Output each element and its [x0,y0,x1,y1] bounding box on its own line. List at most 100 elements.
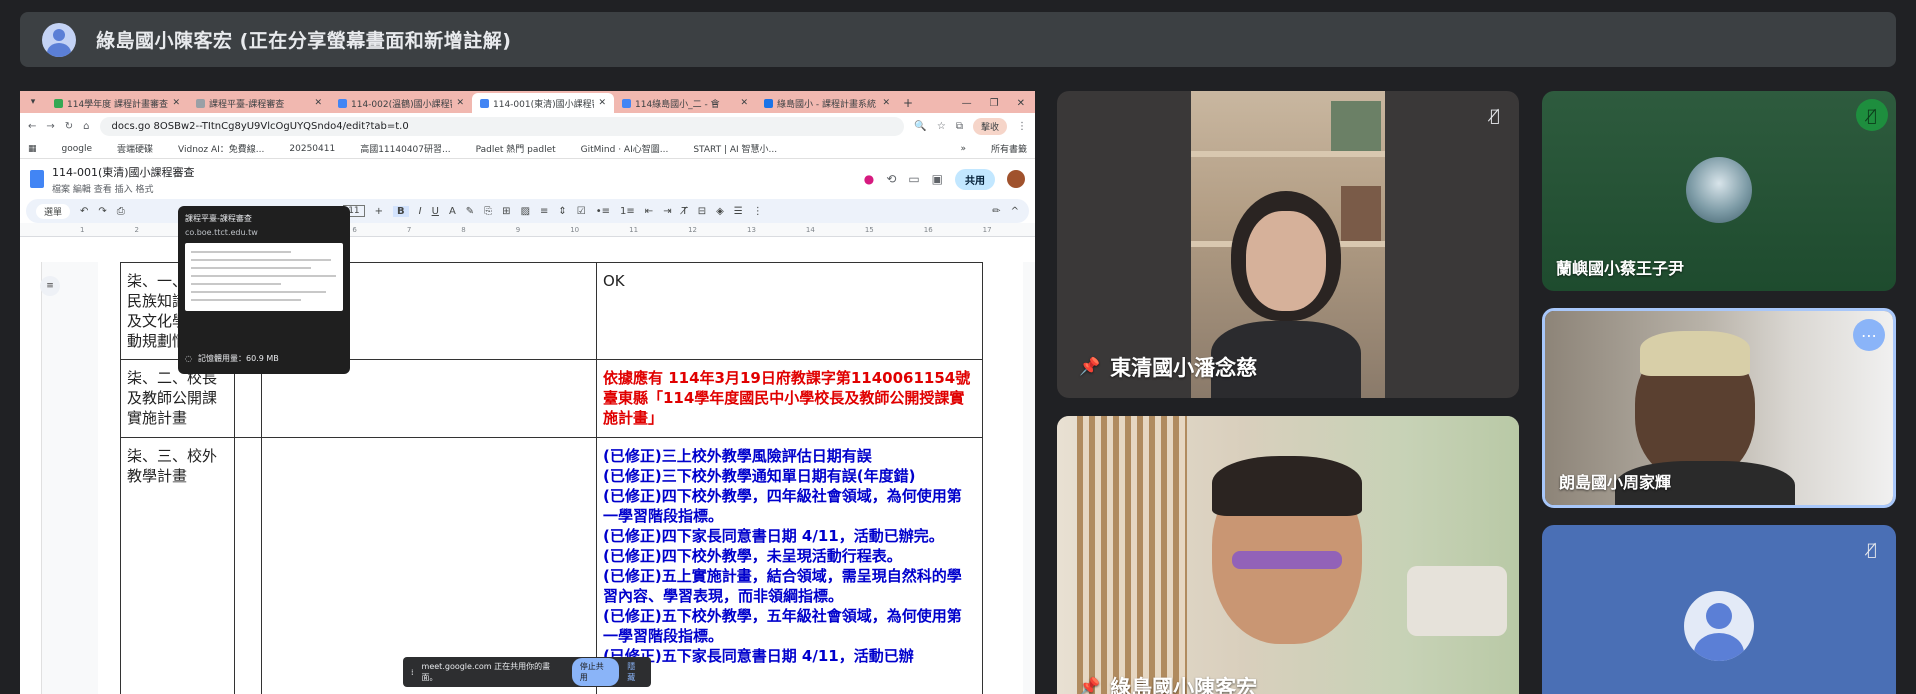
comment-add-icon[interactable]: ⊞ [502,206,510,217]
new-tab-button[interactable]: + [898,93,918,113]
zoom-icon[interactable]: 🔍 [914,121,926,132]
docs-logo-icon[interactable] [30,170,44,188]
back-icon[interactable]: ← [28,121,36,132]
docs-menu-bar[interactable]: 檔案 編輯 查看 插入 格式 [52,182,195,195]
more-icon[interactable]: ⋮ [753,206,763,217]
comment-icon[interactable]: ▭ [908,172,919,186]
maximize-icon[interactable]: ❐ [990,98,999,109]
browser-tab-active[interactable]: 114-001(東清)國小課程審 ✕ [472,93,614,113]
forward-icon[interactable]: → [46,121,54,132]
tab-search-icon[interactable]: ▾ [24,93,42,111]
extension-icon[interactable]: ⧉ [956,121,963,132]
table-cell [234,437,262,694]
numbered-list-icon[interactable]: 1≡ [620,206,635,217]
bookmark-item[interactable]: 20250411 [278,144,335,154]
browser-tab[interactable]: 114-002(溫鶴)國小課程審 ✕ [330,93,472,113]
bullet-list-icon[interactable]: •≡ [596,206,610,217]
participant-tile-speaking[interactable]: ⋯ 朗島國小周家輝 [1542,308,1896,508]
participant-tile[interactable]: 🎙̸ [1542,525,1896,694]
pin-icon[interactable]: 📌 [1079,677,1100,694]
close-icon[interactable]: ✕ [882,98,890,108]
underline-icon[interactable]: U [432,206,439,217]
close-icon[interactable]: ✕ [172,98,180,108]
hide-banner-link[interactable]: 隱藏 [627,661,643,683]
print-icon[interactable]: ⎙ [117,206,125,217]
image-icon[interactable]: ▨ [521,206,530,217]
close-icon[interactable]: ✕ [456,98,464,108]
text-color-icon[interactable]: A [449,206,456,217]
increase-font-icon[interactable]: + [375,206,383,217]
chevron-up-icon[interactable]: ^ [1011,206,1019,217]
bookmark-item[interactable]: Padlet 熱門 padlet [465,142,556,155]
bookmark-item[interactable]: 高國11140407研習... [349,142,450,155]
padlet-icon [465,145,473,153]
bookmark-star-icon[interactable]: ☆ [937,121,946,132]
apps-icon[interactable]: ▦ [28,144,37,154]
line-spacing-icon[interactable]: ⇕ [558,206,566,217]
menu-search[interactable]: 選單 [36,203,71,219]
browser-tab[interactable]: 課程平臺-課程審查 ✕ [188,93,330,113]
border-color-icon[interactable]: ◈ [716,206,724,217]
row-comment: OK [596,262,983,360]
participant-tile[interactable]: 🎙̸ 📌 東清國小潘念慈 [1057,91,1519,398]
docs-title[interactable]: 114-001(東清)國小課程審查 [52,164,195,180]
vertical-ruler [20,262,42,694]
more-options-icon[interactable]: ⋯ [1853,319,1885,351]
share-button[interactable]: 共用 [955,168,995,190]
browser-tab[interactable]: 綠島國小 - 課程計畫系統 ✕ [756,93,898,113]
chevron-right-icon[interactable]: » [960,144,966,154]
clear-format-icon[interactable]: T̸ [682,206,688,217]
bookmark-item[interactable]: google [51,144,92,154]
avatar[interactable] [1007,170,1025,188]
shared-screen: ▾ 114學年度 課程計畫審查 ✕ 課程平臺-課程審查 ✕ 114-002(溫鶴)國… [20,91,1035,694]
bookmark-item[interactable]: START | AI 智慧小... [682,142,777,155]
indent-icon[interactable]: ⇤ [645,206,653,217]
border-width-icon[interactable]: ☰ [734,206,743,217]
redo-icon[interactable]: ↷ [98,206,106,217]
browser-tab[interactable]: 114學年度 課程計畫審查 ✕ [46,93,188,113]
participant-tile[interactable]: 🎙̸ 蘭嶼國小蔡王子尹 [1542,91,1896,291]
tab-label: 114-001(東清)國小課程審 [493,99,595,110]
pencil-icon[interactable]: ✏ [992,206,1000,217]
outdent-icon[interactable]: ⇥ [663,206,671,217]
bookmark-item[interactable]: GitMind · AI心智圖... [570,142,669,155]
bookmark-item[interactable]: 雲端硬碟 [106,142,153,155]
more-icon[interactable]: ⋮ [1017,121,1027,132]
reload-icon[interactable]: ↻ [65,121,73,132]
profile-button[interactable]: 擊收 [972,117,1007,135]
bold-icon[interactable]: B [393,205,409,217]
italic-icon[interactable]: I [419,206,422,217]
gemini-icon[interactable]: ● [864,172,874,186]
close-icon[interactable]: ✕ [314,98,322,108]
home-icon[interactable]: ⌂ [83,121,89,132]
outline-icon[interactable]: ≡ [40,276,60,296]
undo-icon[interactable]: ↶ [80,206,88,217]
meet-icon[interactable]: ▣ [932,172,943,186]
browser-tab[interactable]: 114綠島國小_二 - 會 ✕ [614,93,756,113]
pin-icon[interactable]: 📌 [1079,357,1100,377]
docs-header: 114-001(東清)國小課程審查 檔案 編輯 查看 插入 格式 ● ⟲ ▭ ▣… [20,159,1035,199]
tab-label: 114學年度 課程計畫審查 [67,99,169,110]
url-field[interactable]: docs.go 8OSBw2--TItnCg8yU9VlcOgUYQSndo4/… [99,116,905,136]
highlight-icon[interactable]: ✎ [466,206,474,217]
participant-tile[interactable]: 📌 綠島國小陳客宏 [1057,416,1519,694]
align-icon[interactable]: ≡ [540,206,548,217]
checklist-icon[interactable]: ☑ [577,206,586,217]
close-window-icon[interactable]: ✕ [1017,98,1025,109]
memory-icon: ◌ [185,354,192,363]
minimize-icon[interactable]: — [962,98,972,109]
bookmark-label: 高國11140407研習... [360,145,451,155]
comment-line: (已修正)五下校外教學，五年級社會領域，為何使用第一學習階段指標。 [603,607,962,645]
close-icon[interactable]: ✕ [598,98,606,108]
tab-favicon [338,98,347,108]
all-bookmarks[interactable]: 所有書籤 [980,142,1027,155]
history-icon[interactable]: ⟲ [886,172,896,186]
link-icon[interactable]: ⎘ [484,206,492,217]
stop-sharing-button[interactable]: 停止共用 [571,658,620,686]
comment-line: (已修正)五上實施計畫，結合領域，需呈現自然科的學習內容、學習表現，而非領綱指標… [603,567,962,605]
drag-handle-icon[interactable]: ⁞ [411,668,414,677]
table-icon[interactable]: ⊟ [698,206,706,217]
close-icon[interactable]: ✕ [740,98,748,108]
bookmark-item[interactable]: Vidnoz AI：免費線... [167,142,264,155]
memory-usage: ◌ 記憶體用量：60.9 MB [185,353,279,364]
